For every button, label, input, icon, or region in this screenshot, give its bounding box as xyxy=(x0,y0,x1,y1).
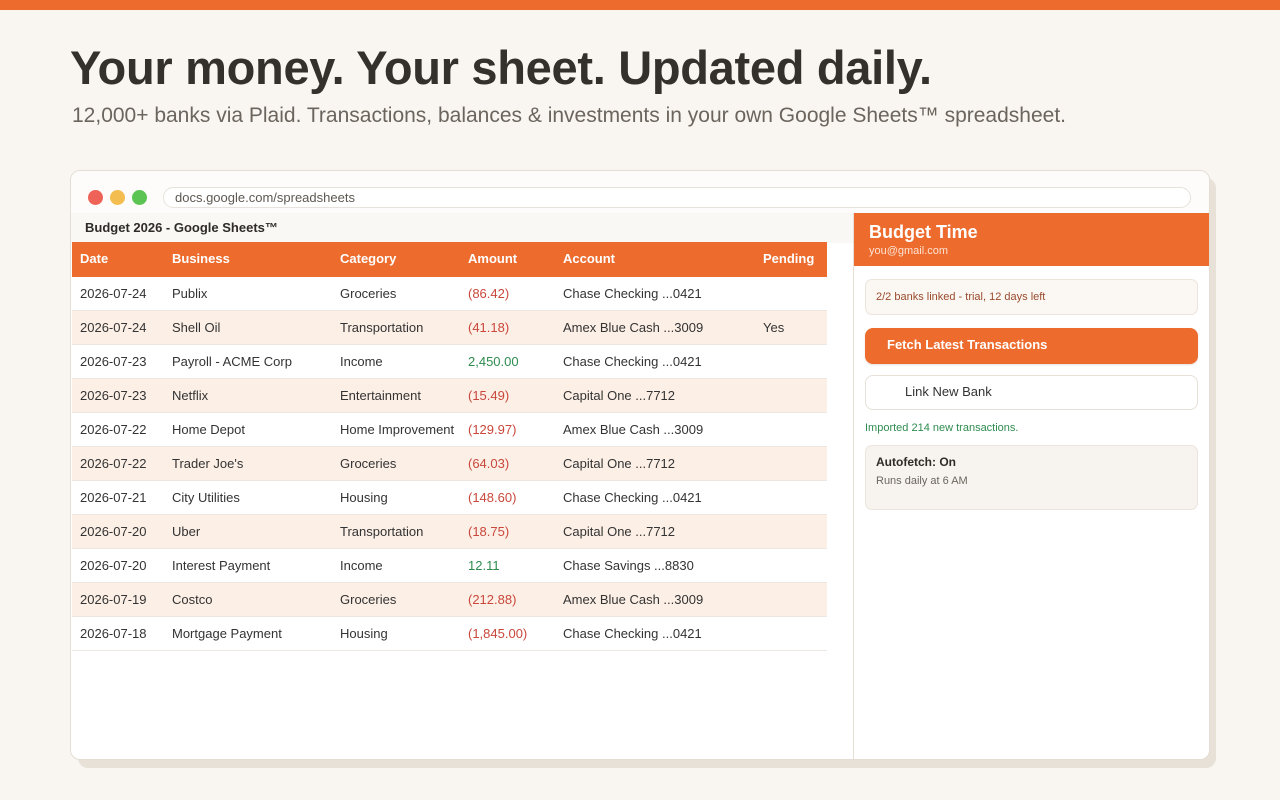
table-row[interactable]: 2026-07-20 Interest Payment Income 12.11 Cha… xyxy=(72,549,827,583)
hero-subhead: 12,000+ banks via Plaid. Transactions, b… xyxy=(72,104,1066,127)
cell-business[interactable]: Interest Payment xyxy=(172,549,270,583)
cell-date[interactable]: 2026-07-22 xyxy=(80,447,147,481)
cell-category[interactable]: Transportation xyxy=(340,515,423,549)
cell-business[interactable]: Costco xyxy=(172,583,212,617)
cell-date[interactable]: 2026-07-20 xyxy=(80,549,147,583)
cell-amount[interactable]: (15.49) xyxy=(468,379,509,413)
cell-business[interactable]: Payroll - ACME Corp xyxy=(172,345,292,379)
cell-category[interactable]: Groceries xyxy=(340,583,396,617)
trial-status: 2/2 banks linked - trial, 12 days left xyxy=(865,279,1198,315)
cell-category[interactable]: Housing xyxy=(340,481,388,515)
addon-sidebar: Budget Time you@gmail.com 2/2 banks link… xyxy=(853,213,1209,759)
account-email: you@gmail.com xyxy=(869,245,949,257)
cell-account[interactable]: Amex Blue Cash ...3009 xyxy=(563,311,703,345)
table-row[interactable]: 2026-07-24 Publix Groceries (86.42) Chase Ch… xyxy=(72,277,827,311)
fetch-transactions-button[interactable]: Fetch Latest Transactions xyxy=(865,328,1198,364)
column-header-date[interactable]: Date xyxy=(80,242,108,275)
table-header: Date Business Category Amount Account Pe… xyxy=(72,242,827,277)
cell-account[interactable]: Capital One ...7712 xyxy=(563,447,675,481)
cell-amount[interactable]: 2,450.00 xyxy=(468,345,519,379)
table-body: 2026-07-24 Publix Groceries (86.42) Chase Ch… xyxy=(72,277,827,651)
cell-amount[interactable]: (129.97) xyxy=(468,413,516,447)
cell-account[interactable]: Chase Checking ...0421 xyxy=(563,345,702,379)
cell-amount[interactable]: (18.75) xyxy=(468,515,509,549)
sidebar-title: Budget Time xyxy=(869,222,978,242)
cell-category[interactable]: Income xyxy=(340,345,383,379)
cell-amount[interactable]: (64.03) xyxy=(468,447,509,481)
cell-date[interactable]: 2026-07-23 xyxy=(80,345,147,379)
minimize-window-icon[interactable] xyxy=(110,190,125,205)
autofetch-schedule: Runs daily at 6 AM xyxy=(876,475,968,487)
table-row[interactable]: 2026-07-18 Mortgage Payment Housing (1,845.… xyxy=(72,617,827,651)
cell-account[interactable]: Amex Blue Cash ...3009 xyxy=(563,413,703,447)
cell-category[interactable]: Groceries xyxy=(340,277,396,311)
cell-date[interactable]: 2026-07-20 xyxy=(80,515,147,549)
cell-date[interactable]: 2026-07-23 xyxy=(80,379,147,413)
cell-account[interactable]: Amex Blue Cash ...3009 xyxy=(563,583,703,617)
column-header-amount[interactable]: Amount xyxy=(468,242,517,275)
cell-date[interactable]: 2026-07-21 xyxy=(80,481,147,515)
top-accent-bar xyxy=(0,0,1280,10)
autofetch-title: Autofetch: On xyxy=(876,455,956,469)
cell-business[interactable]: Netflix xyxy=(172,379,208,413)
table-row[interactable]: 2026-07-22 Trader Joe's Groceries (64.03) Ca… xyxy=(72,447,827,481)
sidebar-header: Budget Time you@gmail.com xyxy=(854,213,1209,266)
cell-category[interactable]: Home Improvement xyxy=(340,413,454,447)
cell-date[interactable]: 2026-07-22 xyxy=(80,413,147,447)
cell-amount[interactable]: (148.60) xyxy=(468,481,516,515)
cell-category[interactable]: Income xyxy=(340,549,383,583)
table-row[interactable]: 2026-07-21 City Utilities Housing (148.60) C… xyxy=(72,481,827,515)
cell-date[interactable]: 2026-07-18 xyxy=(80,617,147,651)
cell-amount[interactable]: (41.18) xyxy=(468,311,509,345)
address-bar[interactable]: docs.google.com/spreadsheets xyxy=(163,187,1191,208)
table-row[interactable]: 2026-07-23 Payroll - ACME Corp Income 2,450… xyxy=(72,345,827,379)
cell-amount[interactable]: (86.42) xyxy=(468,277,509,311)
cell-amount[interactable]: (1,845.00) xyxy=(468,617,527,651)
cell-business[interactable]: Trader Joe's xyxy=(172,447,243,481)
table-row[interactable]: 2026-07-19 Costco Groceries (212.88) Amex Bl… xyxy=(72,583,827,617)
cell-amount[interactable]: 12.11 xyxy=(468,549,500,583)
table-row[interactable]: 2026-07-22 Home Depot Home Improvement (129… xyxy=(72,413,827,447)
table-row[interactable]: 2026-07-23 Netflix Entertainment (15.49) Cap… xyxy=(72,379,827,413)
hero-headline: Your money. Your sheet. Updated daily. xyxy=(70,41,932,94)
cell-account[interactable]: Chase Checking ...0421 xyxy=(563,481,702,515)
column-header-category[interactable]: Category xyxy=(340,242,396,275)
cell-account[interactable]: Chase Checking ...0421 xyxy=(563,617,702,651)
sheet-title: Budget 2026 - Google Sheets™ xyxy=(71,213,853,243)
column-header-pending[interactable]: Pending xyxy=(763,242,814,275)
cell-business[interactable]: Uber xyxy=(172,515,200,549)
cell-account[interactable]: Capital One ...7712 xyxy=(563,379,675,413)
cell-amount[interactable]: (212.88) xyxy=(468,583,516,617)
cell-date[interactable]: 2026-07-24 xyxy=(80,311,147,345)
cell-account[interactable]: Capital One ...7712 xyxy=(563,515,675,549)
close-window-icon[interactable] xyxy=(88,190,103,205)
autofetch-card: Autofetch: On Runs daily at 6 AM xyxy=(865,445,1198,510)
cell-business[interactable]: City Utilities xyxy=(172,481,240,515)
cell-category[interactable]: Transportation xyxy=(340,311,423,345)
cell-date[interactable]: 2026-07-24 xyxy=(80,277,147,311)
column-header-account[interactable]: Account xyxy=(563,242,615,275)
import-status-message: Imported 214 new transactions. xyxy=(865,422,1019,434)
cell-category[interactable]: Groceries xyxy=(340,447,396,481)
cell-account[interactable]: Chase Savings ...8830 xyxy=(563,549,694,583)
cell-date[interactable]: 2026-07-19 xyxy=(80,583,147,617)
maximize-window-icon[interactable] xyxy=(132,190,147,205)
link-new-bank-button[interactable]: Link New Bank xyxy=(865,375,1198,410)
browser-window: docs.google.com/spreadsheets Budget 2026… xyxy=(70,170,1210,760)
transactions-table: Date Business Category Amount Account Pe… xyxy=(72,242,827,651)
cell-pending[interactable]: Yes xyxy=(763,311,784,345)
cell-business[interactable]: Publix xyxy=(172,277,207,311)
cell-account[interactable]: Chase Checking ...0421 xyxy=(563,277,702,311)
cell-business[interactable]: Home Depot xyxy=(172,413,245,447)
cell-category[interactable]: Entertainment xyxy=(340,379,421,413)
column-header-business[interactable]: Business xyxy=(172,242,230,275)
cell-business[interactable]: Shell Oil xyxy=(172,311,220,345)
cell-business[interactable]: Mortgage Payment xyxy=(172,617,282,651)
table-row[interactable]: 2026-07-20 Uber Transportation (18.75) Capit… xyxy=(72,515,827,549)
cell-category[interactable]: Housing xyxy=(340,617,388,651)
table-row[interactable]: 2026-07-24 Shell Oil Transportation (41.18)… xyxy=(72,311,827,345)
browser-chrome: docs.google.com/spreadsheets xyxy=(71,171,1209,213)
